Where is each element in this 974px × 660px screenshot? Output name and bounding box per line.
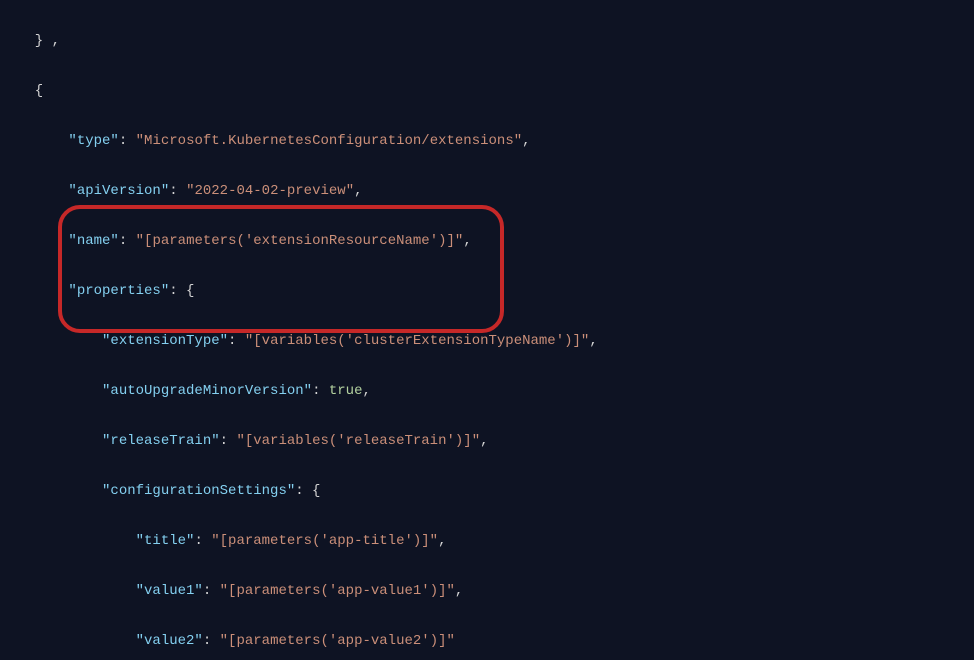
json-key: "title" [136, 533, 195, 549]
code-line: "apiVersion": "2022-04-02-preview", [18, 179, 974, 204]
brace: } , [18, 33, 60, 49]
json-string: "2022-04-02-preview" [186, 183, 354, 199]
code-line: } , [18, 29, 974, 54]
code-line: "autoUpgradeMinorVersion": true, [18, 379, 974, 404]
json-bool: true [329, 383, 363, 399]
brace: { [18, 83, 43, 99]
json-key: "apiVersion" [68, 183, 169, 199]
code-line: "properties": { [18, 279, 974, 304]
code-line: "value1": "[parameters('app-value1')]", [18, 579, 974, 604]
json-key: "name" [68, 233, 118, 249]
json-string: "Microsoft.KubernetesConfiguration/exten… [136, 133, 522, 149]
code-line: "name": "[parameters('extensionResourceN… [18, 229, 974, 254]
code-line: "value2": "[parameters('app-value2')]" [18, 629, 974, 654]
code-line: "title": "[parameters('app-title')]", [18, 529, 974, 554]
json-key: "value1" [136, 583, 203, 599]
code-line: "configurationSettings": { [18, 479, 974, 504]
code-editor[interactable]: } , { "type": "Microsoft.KubernetesConfi… [0, 0, 974, 660]
json-key: "extensionType" [102, 333, 228, 349]
json-key: "configurationSettings" [102, 483, 295, 499]
json-string: "[parameters('app-value1')]" [220, 583, 455, 599]
highlight-annotation [58, 205, 504, 333]
json-key: "autoUpgradeMinorVersion" [102, 383, 312, 399]
json-string: "[variables('releaseTrain')]" [236, 433, 480, 449]
json-string: "[parameters('extensionResourceName')]" [136, 233, 464, 249]
code-line: { [18, 79, 974, 104]
json-key: "releaseTrain" [102, 433, 220, 449]
json-key: "properties" [68, 283, 169, 299]
json-string: "[parameters('app-value2')]" [220, 633, 455, 649]
json-string: "[parameters('app-title')]" [211, 533, 438, 549]
code-line: "type": "Microsoft.KubernetesConfigurati… [18, 129, 974, 154]
json-key: "value2" [136, 633, 203, 649]
json-string: "[variables('clusterExtensionTypeName')]… [245, 333, 589, 349]
code-line: "extensionType": "[variables('clusterExt… [18, 329, 974, 354]
code-line: "releaseTrain": "[variables('releaseTrai… [18, 429, 974, 454]
json-key: "type" [68, 133, 118, 149]
